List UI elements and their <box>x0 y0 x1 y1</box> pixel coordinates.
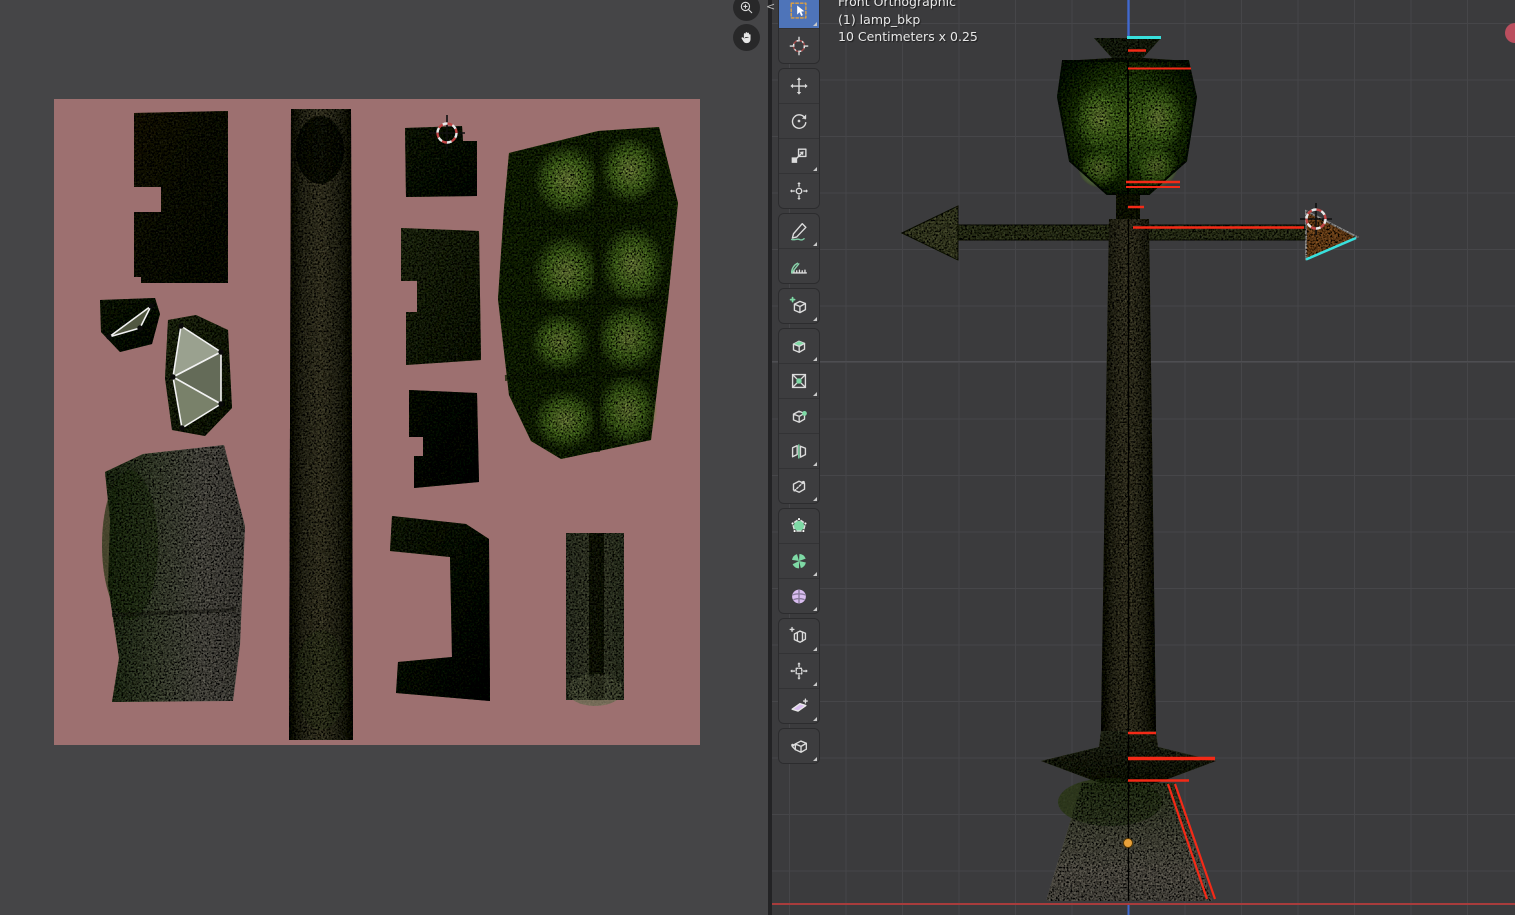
vertex-smooth-icon <box>788 585 810 607</box>
zoom-button[interactable] <box>733 0 760 21</box>
tool-vertex-smooth-button[interactable] <box>779 579 819 613</box>
viewport-3d[interactable] <box>772 0 1515 915</box>
active-object-label: (1) lamp_bkp <box>838 11 978 29</box>
zoom-icon <box>738 0 755 16</box>
pan-button[interactable] <box>733 24 760 51</box>
sidebar-collapse-arrow[interactable]: < <box>766 1 775 12</box>
submenu-corner-triangle <box>813 497 817 501</box>
tool-add-cube-button[interactable] <box>779 289 819 323</box>
tool-poly-build-button[interactable] <box>779 509 819 544</box>
submenu-corner-triangle <box>813 462 817 466</box>
tool-move-button[interactable] <box>779 69 819 104</box>
bevel-icon <box>788 405 810 427</box>
tool-group <box>779 69 819 208</box>
scale-icon <box>788 145 810 167</box>
knife-icon <box>788 475 810 497</box>
tool-extrude-region-button[interactable] <box>779 329 819 364</box>
tool-select-box-button[interactable] <box>779 0 819 29</box>
pan-hand-icon <box>738 29 755 46</box>
move-icon <box>788 75 810 97</box>
tool-scale-button[interactable] <box>779 139 819 174</box>
rotate-icon <box>788 110 810 132</box>
tool-transform-button[interactable] <box>779 174 819 208</box>
spin-icon <box>788 550 810 572</box>
submenu-corner-triangle <box>813 717 817 721</box>
submenu-corner-triangle <box>813 647 817 651</box>
shrink-fatten-icon <box>788 660 810 682</box>
tool-group <box>779 214 819 283</box>
tool-cursor-button[interactable] <box>779 29 819 63</box>
cursor-3d-icon <box>788 35 810 57</box>
viewport-header-text: Front Orthographic (1) lamp_bkp 10 Centi… <box>838 0 978 46</box>
tool-rotate-button[interactable] <box>779 104 819 139</box>
tool-edge-slide-button[interactable] <box>779 619 819 654</box>
add-cube-icon <box>788 295 810 317</box>
tool-shear-button[interactable] <box>779 689 819 723</box>
select-box-icon <box>788 0 810 22</box>
inset-faces-icon <box>788 370 810 392</box>
tool-annotate-button[interactable] <box>779 214 819 249</box>
submenu-corner-triangle <box>813 22 817 26</box>
tool-group <box>779 0 819 63</box>
tool-group <box>779 619 819 723</box>
tool-group <box>779 509 819 613</box>
submenu-corner-triangle <box>813 167 817 171</box>
tool-knife-button[interactable] <box>779 469 819 503</box>
submenu-corner-triangle <box>813 317 817 321</box>
poly-build-icon <box>788 515 810 537</box>
tool-loop-cut-button[interactable] <box>779 434 819 469</box>
submenu-corner-triangle <box>813 682 817 686</box>
shear-icon <box>788 695 810 717</box>
region-divider[interactable] <box>768 0 772 915</box>
submenu-corner-triangle <box>813 757 817 761</box>
uv-texture-canvas[interactable] <box>54 99 700 745</box>
grid-scale-label: 10 Centimeters x 0.25 <box>838 28 978 46</box>
submenu-corner-triangle <box>813 242 817 246</box>
tool-bevel-button[interactable] <box>779 399 819 434</box>
blender-window: { "viewport": { "header_lines": ["Front … <box>0 0 1515 915</box>
tool-shrink-fatten-button[interactable] <box>779 654 819 689</box>
submenu-corner-triangle <box>813 392 817 396</box>
tool-group <box>779 729 819 763</box>
tool-measure-button[interactable] <box>779 249 819 283</box>
tool-rip-region-button[interactable] <box>779 729 819 763</box>
view-name-label: Front Orthographic <box>838 0 978 11</box>
rip-region-icon <box>788 735 810 757</box>
tool-spin-button[interactable] <box>779 544 819 579</box>
tool-group <box>779 289 819 323</box>
measure-icon <box>788 255 810 277</box>
submenu-corner-triangle <box>813 572 817 576</box>
extrude-region-icon <box>788 335 810 357</box>
tool-group <box>779 329 819 503</box>
loop-cut-icon <box>788 440 810 462</box>
edge-slide-icon <box>788 625 810 647</box>
submenu-corner-triangle <box>813 607 817 611</box>
uv-image-editor[interactable] <box>0 0 770 915</box>
annotate-icon <box>788 220 810 242</box>
tool-shelf <box>779 0 819 769</box>
uv-nav-gizmos <box>733 0 760 54</box>
submenu-corner-triangle <box>813 357 817 361</box>
transform-icon <box>788 180 810 202</box>
tool-inset-faces-button[interactable] <box>779 364 819 399</box>
